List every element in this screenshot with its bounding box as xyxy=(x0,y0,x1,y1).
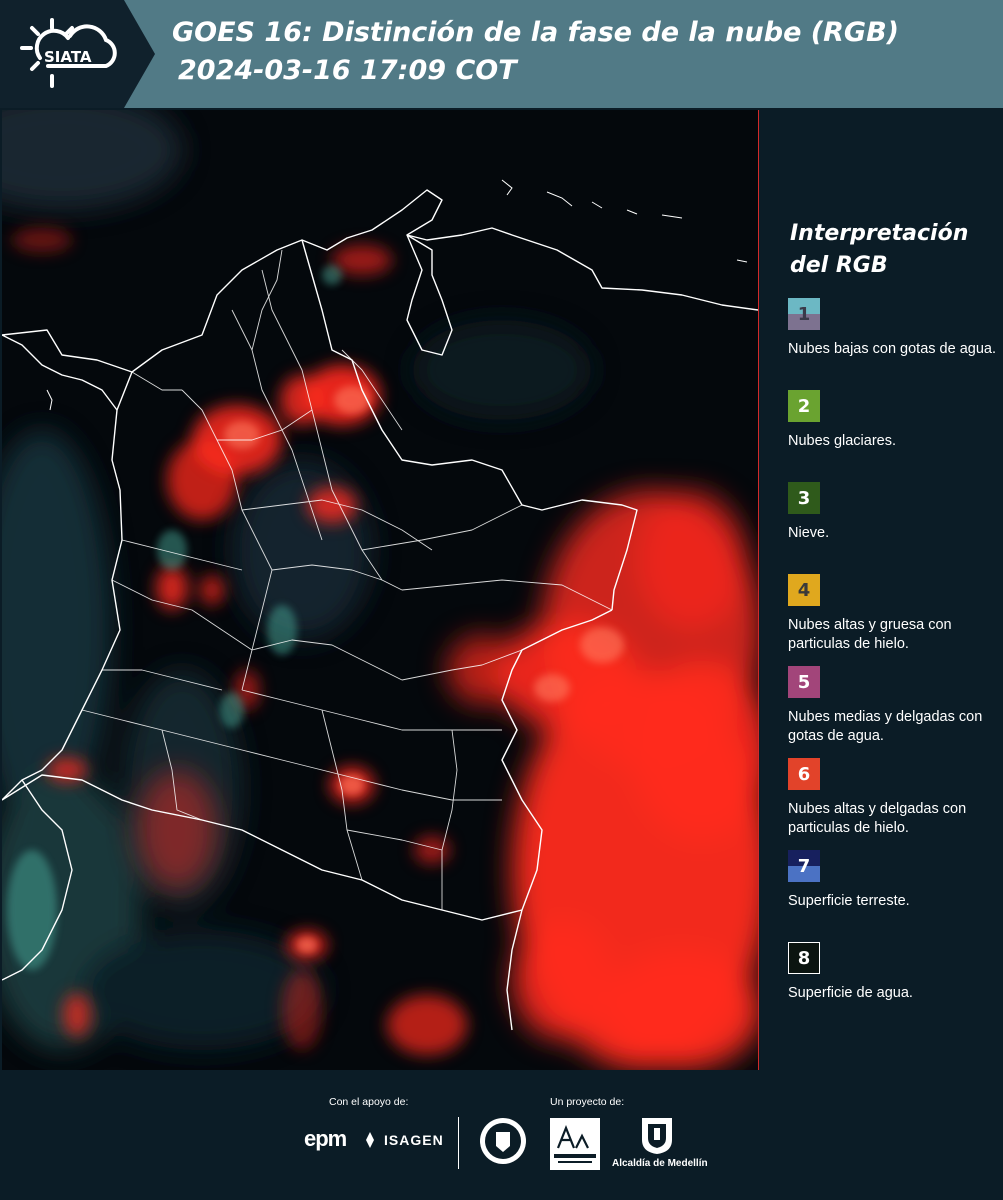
legend-number: 1 xyxy=(797,303,811,325)
legend-label: Nubes bajas con gotas de agua. xyxy=(788,341,996,357)
legend-item-4: 4 Nubes altas y gruesa con particulas de … xyxy=(788,574,998,654)
title-line-1: GOES 16: Distinción de la fase de la nub… xyxy=(172,17,899,48)
legend-number: 2 xyxy=(797,395,811,417)
legend-label: Nubes medias y delgadas con gotas de agu… xyxy=(788,709,983,744)
siata-logo-icon: SIATA xyxy=(20,18,117,88)
university-seal-icon xyxy=(480,1118,526,1164)
svg-text:SIATA: SIATA xyxy=(44,48,92,66)
legend-swatch-4: 4 xyxy=(788,574,820,606)
satellite-rgb-image xyxy=(2,110,758,1070)
page-title: GOES 16: Distinción de la fase de la nub… xyxy=(172,14,899,90)
legend-swatch-6: 6 xyxy=(788,758,820,790)
legend-title: Interpretación del RGB xyxy=(790,218,990,282)
legend-label: Nieve. xyxy=(788,525,830,541)
legend-number: 3 xyxy=(797,487,811,509)
support-caption: Con el apoyo de: xyxy=(329,1096,409,1108)
legend-number: 4 xyxy=(797,579,811,601)
legend-title-line-2: del RGB xyxy=(790,253,888,278)
epm-logo: epm xyxy=(304,1126,347,1151)
legend-item-5: 5 Nubes medias y delgadas con gotas de ag… xyxy=(788,666,998,746)
legend-swatch-8: 8 xyxy=(788,942,820,974)
legend-swatch-1: 1 xyxy=(788,298,820,330)
project-caption: Un proyecto de: xyxy=(550,1096,625,1108)
legend-number: 6 xyxy=(797,763,811,785)
legend-number: 5 xyxy=(797,671,811,693)
legend-swatch-2: 2 xyxy=(788,390,820,422)
legend-label: Superficie terreste. xyxy=(788,893,910,909)
legend-number: 7 xyxy=(797,855,811,877)
legend-number: 8 xyxy=(797,947,811,969)
legend-item-2: 2 Nubes glaciares. xyxy=(788,390,998,451)
area-metropolitana-logo-icon xyxy=(550,1118,600,1170)
alcaldia-logo-text: Alcaldía de Medellín xyxy=(612,1158,708,1169)
legend-title-line-1: Interpretación xyxy=(790,221,969,246)
title-line-2: 2024-03-16 17:09 COT xyxy=(178,55,517,86)
isagen-logo-icon xyxy=(366,1132,374,1148)
footer-divider xyxy=(458,1117,459,1169)
legend-label: Superficie de agua. xyxy=(788,985,913,1001)
legend-item-3: 3 Nieve. xyxy=(788,482,998,543)
legend-swatch-3: 3 xyxy=(788,482,820,514)
logo-block: SIATA xyxy=(0,0,155,108)
legend-swatch-7: 7 xyxy=(788,850,820,882)
footer-sponsors: Con el apoyo de: Un proyecto de: epm ISA… xyxy=(0,1070,1003,1200)
legend-item-1: 1 Nubes bajas con gotas de agua. xyxy=(788,298,998,359)
legend-label: Nubes altas y gruesa con particulas de h… xyxy=(788,617,952,652)
header-bar: SIATA GOES 16: Distinción de la fase de … xyxy=(0,0,1003,108)
legend-swatch-5: 5 xyxy=(788,666,820,698)
legend-item-6: 6 Nubes altas y delgadas con particulas d… xyxy=(788,758,998,838)
medellin-shield-icon xyxy=(642,1118,672,1154)
legend-item-7: 7 Superficie terreste. xyxy=(788,850,998,911)
satellite-map xyxy=(2,110,759,1070)
legend-item-8: 8 Superficie de agua. xyxy=(788,942,998,1003)
legend-label: Nubes altas y delgadas con particulas de… xyxy=(788,801,967,836)
legend-panel: Interpretación del RGB 1 Nubes bajas con … xyxy=(760,110,1003,1070)
legend-label: Nubes glaciares. xyxy=(788,433,896,449)
isagen-logo: ISAGEN xyxy=(384,1132,444,1148)
